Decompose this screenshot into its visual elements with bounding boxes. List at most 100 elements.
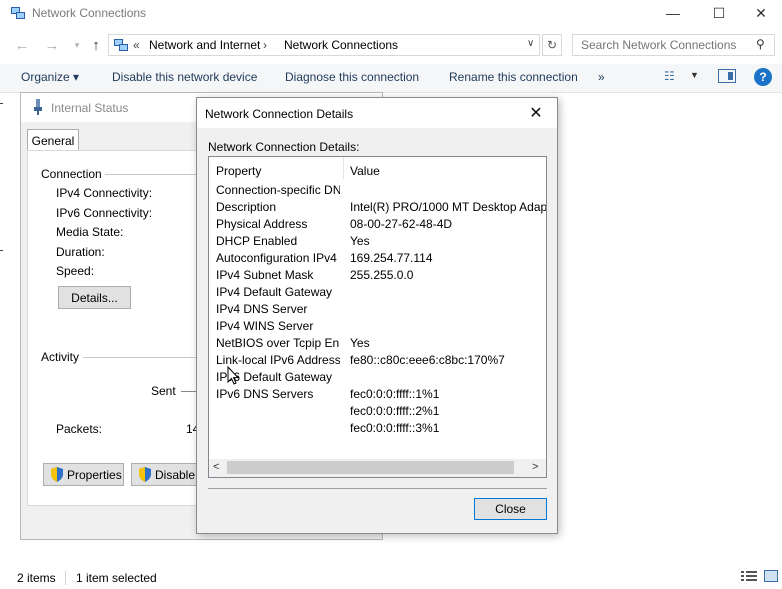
close-button[interactable]: Close [474,498,547,520]
duration-label: Duration: [56,245,105,259]
scrollbar-thumb[interactable] [227,461,514,474]
window-title: Network Connections [32,6,147,20]
up-arrow-icon[interactable]: ↑ [86,34,106,56]
detail-value: 08-00-27-62-48-4D [350,217,453,231]
address-dropdown-icon[interactable]: ∨ [527,38,534,49]
detail-value: Yes [350,336,370,350]
uac-shield-icon [139,467,151,482]
detail-row[interactable]: IPv4 Default Gateway [209,285,546,302]
command-bar: Organize ▾ Disable this network device D… [0,64,782,93]
address-bar[interactable]: « Network and Internet › Network Connect… [108,34,540,56]
network-connections-icon [11,7,25,19]
details-dialog-title: Network Connection Details [205,107,354,121]
back-arrow-icon[interactable]: ← [12,34,32,56]
detail-row[interactable]: IPv4 DNS Server [209,302,546,319]
details-list-view[interactable]: Property Value Connection-specific DN...… [208,156,547,478]
network-adapter-icon [34,99,42,115]
navigation-bar: ← → ▾ ↑ « Network and Internet › Network… [0,31,782,59]
change-view-icon[interactable]: ☷ [664,69,675,83]
properties-button-label: Properties [67,468,122,482]
view-options-dropdown-icon[interactable]: ▼ [690,70,699,80]
detail-property: Physical Address [216,217,308,231]
disable-button-label: Disable [155,468,196,482]
preview-pane-icon[interactable] [718,69,736,83]
detail-value: fec0:0:0:ffff::3%1 [350,421,440,435]
help-icon[interactable]: ? [754,68,772,86]
details-subtitle: Network Connection Details: [208,140,360,154]
details-button[interactable]: Details... [58,286,131,309]
detail-property: Link-local IPv6 Address [216,353,340,367]
breadcrumb-overflow-icon[interactable]: « [133,38,140,52]
property-column-header[interactable]: Property [216,164,261,178]
search-icon[interactable]: ⚲ [756,37,765,51]
detail-property: NetBIOS over Tcpip En... [216,336,340,350]
status-divider [65,571,66,585]
minimize-button[interactable]: — [650,0,696,26]
refresh-icon[interactable]: ↻ [542,34,562,56]
more-commands-icon[interactable]: » [598,70,605,84]
organize-menu[interactable]: Organize ▾ [21,70,79,84]
detail-row[interactable]: Autoconfiguration IPv4 ... 169.254.77.114 [209,251,546,268]
forward-arrow-icon[interactable]: → [42,34,62,56]
close-window-button[interactable]: ✕ [738,0,782,26]
detail-property: Autoconfiguration IPv4 ... [216,251,340,265]
detail-value: 169.254.77.114 [350,251,433,265]
column-divider[interactable] [343,157,344,179]
connection-details-dialog: Network Connection Details ✕ Network Con… [196,97,558,534]
value-column-header[interactable]: Value [350,164,380,178]
connection-group-label: Connection [41,167,102,181]
horizontal-scrollbar[interactable]: < > [209,459,546,477]
detail-row[interactable]: fec0:0:0:ffff::2%1 [209,404,546,421]
detail-property: DHCP Enabled [216,234,298,248]
search-input[interactable] [581,38,751,52]
tab-general[interactable]: General [27,129,79,151]
recent-locations-dropdown-icon[interactable]: ▾ [70,34,84,56]
diagnose-connection-button[interactable]: Diagnose this connection [285,70,419,84]
detail-property: Connection-specific DN... [216,183,340,197]
detail-value: Yes [350,234,370,248]
detail-row[interactable]: Description Intel(R) PRO/1000 MT Desktop … [209,200,547,217]
detail-row[interactable]: IPv4 WINS Server [209,319,546,336]
status-dialog-title: Internal Status [51,101,129,115]
details-view-icon[interactable] [741,570,757,583]
dialog-separator [208,488,547,489]
status-bar: 2 items 1 item selected [0,566,782,589]
detail-row[interactable]: DHCP Enabled Yes [209,234,546,251]
speed-label: Speed: [56,264,95,278]
breadcrumb-network-and-internet[interactable]: Network and Internet [149,38,260,52]
maximize-button[interactable]: ☐ [696,0,742,26]
detail-value: fec0:0:0:ffff::2%1 [350,404,440,418]
rename-connection-button[interactable]: Rename this connection [449,70,578,84]
search-box[interactable]: ⚲ [572,34,775,56]
disable-device-button[interactable]: Disable this network device [112,70,257,84]
detail-row[interactable]: IPv4 Subnet Mask 255.255.0.0 [209,268,546,285]
media-state-label: Media State: [56,225,124,239]
detail-row[interactable]: IPv6 DNS Servers fec0:0:0:ffff::1%1 [209,387,546,404]
ipv4-connectivity-label: IPv4 Connectivity: [56,186,153,200]
group-divider [83,357,203,358]
detail-property: IPv4 DNS Server [216,302,308,316]
packets-label: Packets: [56,422,103,436]
properties-button[interactable]: Properties [43,463,124,486]
sent-label: Sent [151,384,176,398]
detail-value: Intel(R) PRO/1000 MT Desktop Adapter [350,200,547,214]
detail-row[interactable]: Link-local IPv6 Address fe80::c80c:eee6:c… [209,353,546,370]
edge-fragment [0,103,3,104]
detail-row[interactable]: fec0:0:0:ffff::3%1 [209,421,546,438]
uac-shield-icon [51,467,63,482]
scroll-left-icon[interactable]: < [213,461,219,473]
detail-row[interactable]: IPv6 Default Gateway [209,370,546,387]
selection-count: 1 item selected [76,571,157,585]
details-dialog-title-bar: Network Connection Details ✕ [197,98,557,128]
breadcrumb-separator-icon[interactable]: › [263,38,267,52]
tiles-view-icon[interactable] [764,570,778,582]
network-folder-icon [114,39,128,51]
detail-row[interactable]: Physical Address 08-00-27-62-48-4D [209,217,546,234]
detail-row[interactable]: Connection-specific DN... [209,183,546,200]
close-icon[interactable]: ✕ [521,101,551,125]
detail-property: IPv4 Default Gateway [216,285,333,299]
edge-fragment [0,250,3,251]
scroll-right-icon[interactable]: > [532,461,538,473]
breadcrumb-network-connections[interactable]: Network Connections [284,38,398,52]
detail-row[interactable]: NetBIOS over Tcpip En... Yes [209,336,546,353]
